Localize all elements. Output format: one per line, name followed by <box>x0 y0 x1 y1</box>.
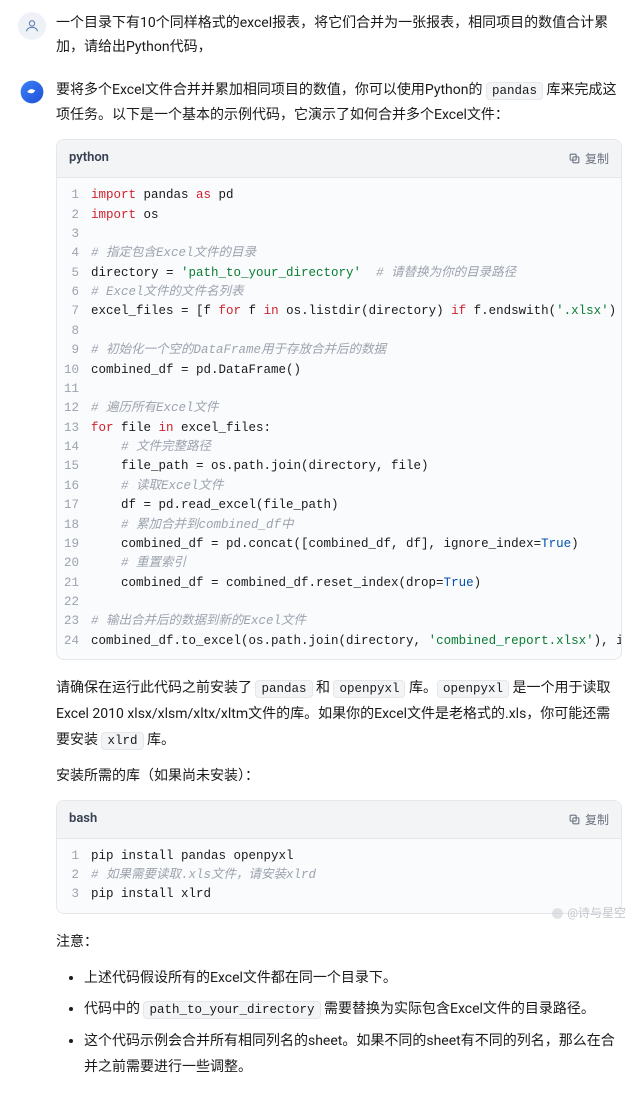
list-item: 上述代码假设所有的Excel文件都在同一个目录下。 <box>84 966 622 992</box>
copy-button[interactable]: 复制 <box>568 811 609 828</box>
install-title: 安装所需的库（如果尚未安装）： <box>56 764 622 790</box>
copy-button[interactable]: 复制 <box>568 150 609 167</box>
code-body[interactable]: 1pip install pandas openpyxl 2# 如果需要读取.x… <box>57 839 621 913</box>
list-item: 代码中的 path_to_your_directory 需要替换为实际包含Exc… <box>84 997 622 1023</box>
assistant-avatar-icon <box>18 78 46 106</box>
assistant-message: 要将多个Excel文件合并并累加相同项目的数值，你可以使用Python的 pan… <box>18 78 622 1088</box>
copy-icon <box>568 152 581 165</box>
intro-paragraph: 要将多个Excel文件合并并累加相同项目的数值，你可以使用Python的 pan… <box>56 78 622 130</box>
weibo-icon <box>551 907 564 920</box>
code-block-python: python 复制 1import pandas as pd 2import o… <box>56 139 622 660</box>
post-code-paragraph: 请确保在运行此代码之前安装了 pandas 和 openpyxl 库。openp… <box>56 676 622 754</box>
copy-icon <box>568 813 581 826</box>
code-lang-label: python <box>69 148 109 169</box>
user-avatar-icon <box>18 12 46 40</box>
notes-list: 上述代码假设所有的Excel文件都在同一个目录下。 代码中的 path_to_y… <box>56 966 622 1082</box>
watermark: @诗与星空 <box>551 904 626 923</box>
list-item: 这个代码示例会合并所有相同列名的sheet。如果不同的sheet有不同的列名，那… <box>84 1029 622 1081</box>
inline-code-pandas: pandas <box>486 82 543 100</box>
code-lang-label: bash <box>69 809 97 830</box>
code-block-bash: bash 复制 1pip install pandas openpyxl 2# … <box>56 800 622 914</box>
user-prompt-text: 一个目录下有10个同样格式的excel报表，将它们合并为一张报表，相同项目的数值… <box>56 12 622 60</box>
user-message: 一个目录下有10个同样格式的excel报表，将它们合并为一张报表，相同项目的数值… <box>18 12 622 60</box>
notes-title: 注意： <box>56 930 622 956</box>
code-body[interactable]: 1import pandas as pd 2import os 3 4# 指定包… <box>57 178 621 659</box>
